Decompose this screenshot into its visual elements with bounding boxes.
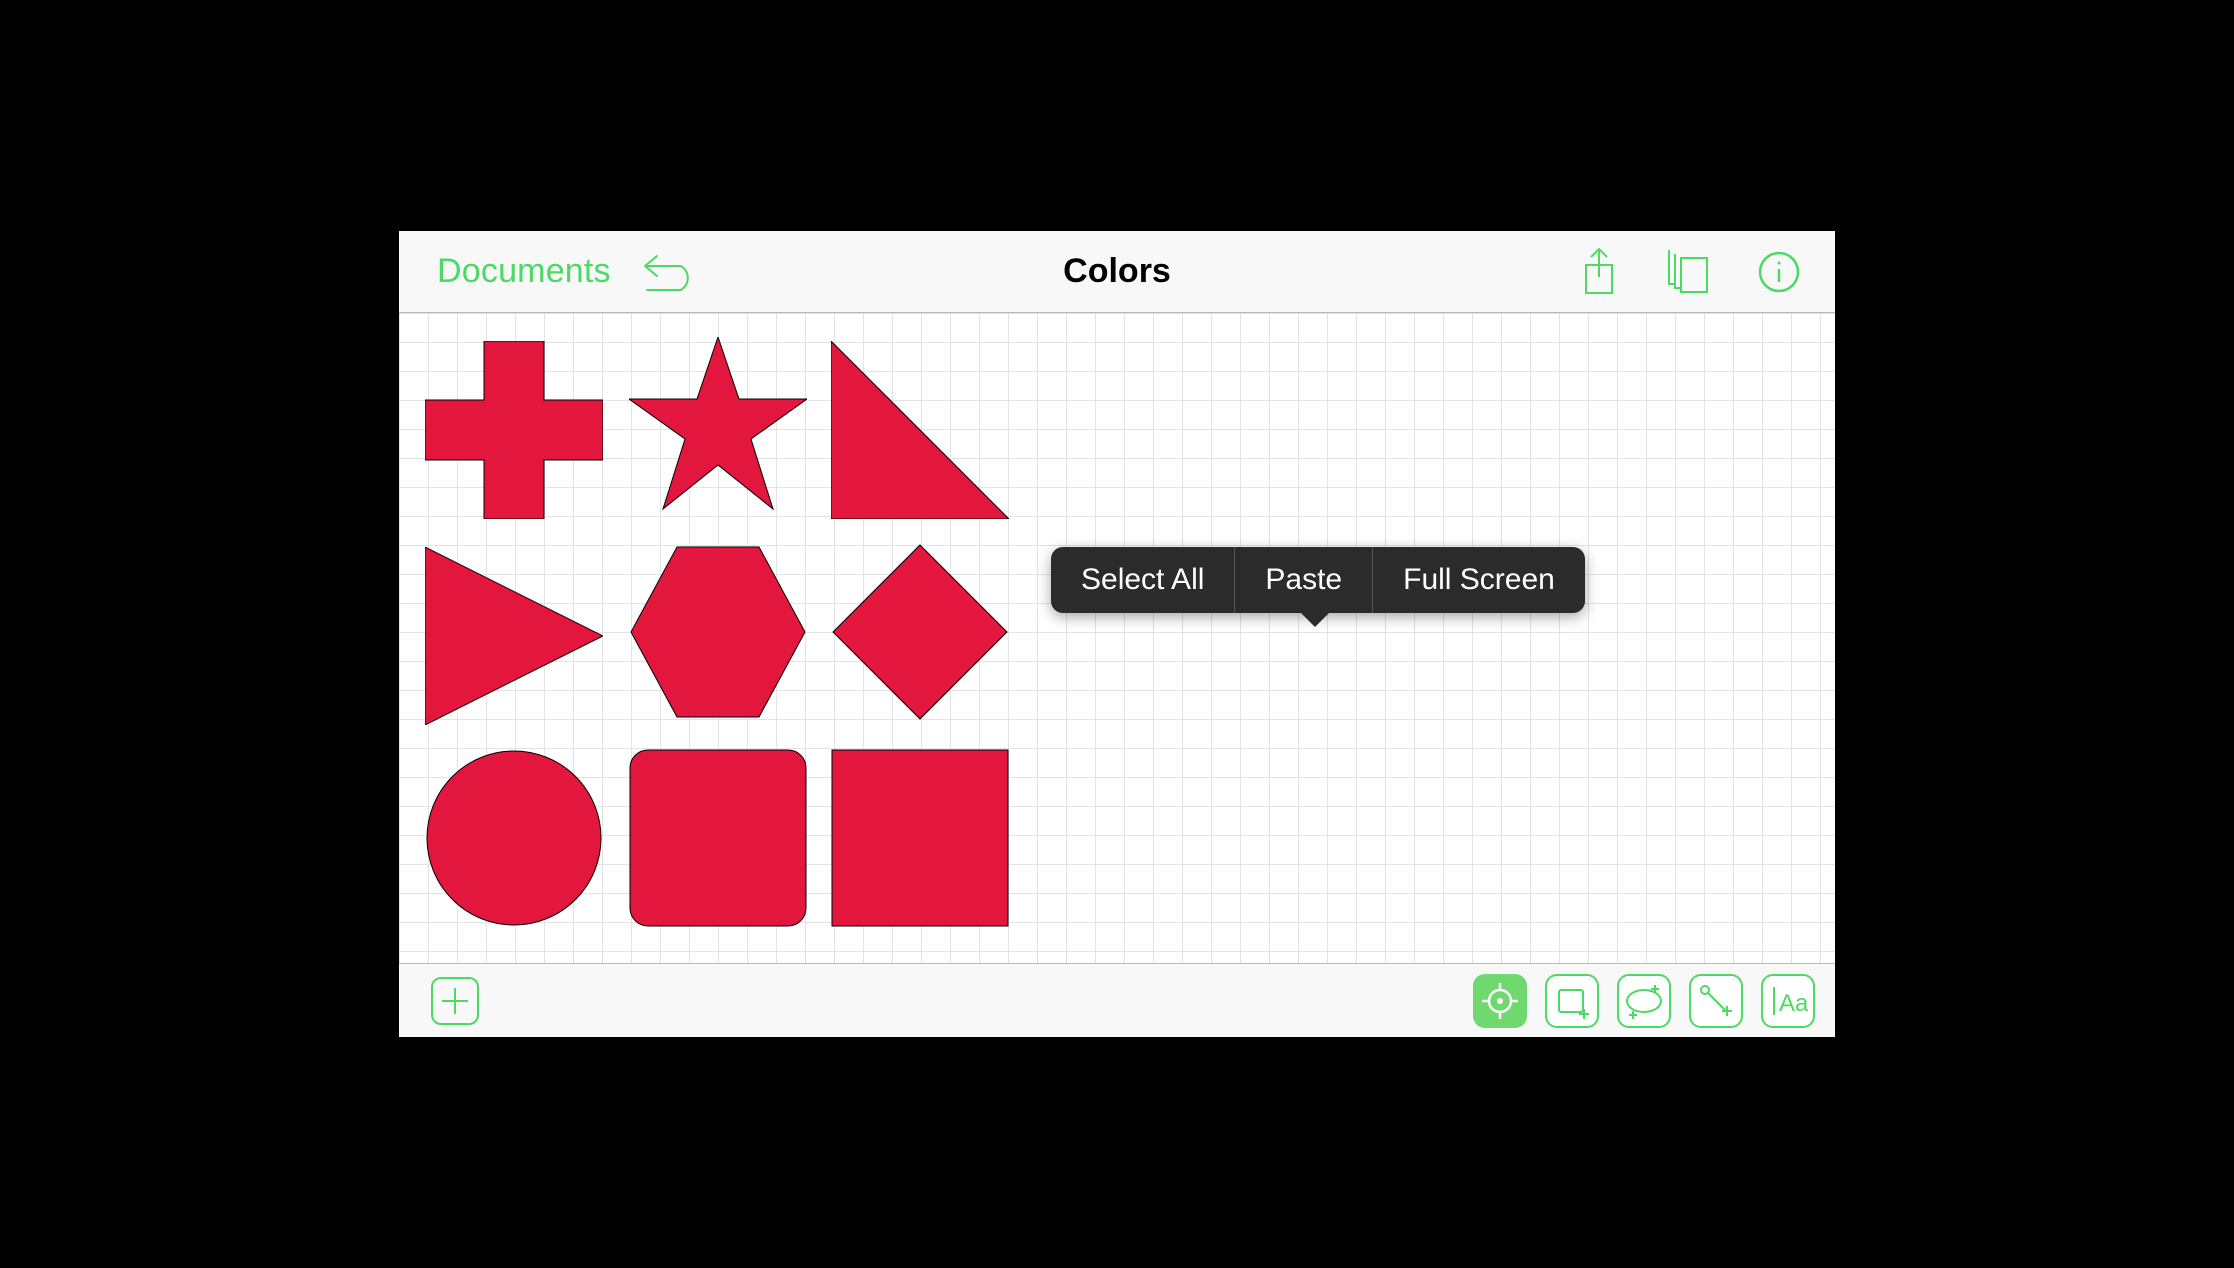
add-button[interactable] [431, 977, 479, 1025]
ellipse-plus-icon [1622, 981, 1666, 1021]
topbar-left: Documents [409, 252, 699, 292]
shape-right-triangle[interactable] [831, 341, 1009, 519]
rectangle-plus-icon [1552, 981, 1592, 1021]
shape-play-triangle[interactable] [425, 547, 603, 725]
plus-icon [440, 986, 470, 1016]
undo-button[interactable] [641, 252, 699, 292]
bottom-toolbar: Aa [399, 963, 1835, 1037]
freehand-tool-button[interactable] [1473, 974, 1527, 1028]
shape-cross[interactable] [425, 341, 603, 519]
topbar-right [1579, 247, 1825, 297]
shape-square[interactable] [831, 749, 1009, 927]
context-menu: Select All Paste Full Screen [1051, 547, 1585, 613]
documents-button[interactable]: Documents [437, 252, 611, 291]
drawing-canvas[interactable]: Select All Paste Full Screen [399, 313, 1835, 963]
top-toolbar: Documents Colors [399, 231, 1835, 313]
line-plus-icon [1696, 981, 1736, 1021]
shape-star[interactable] [629, 337, 807, 517]
info-button[interactable] [1757, 250, 1801, 294]
text-tool-label: Aa [1779, 990, 1808, 1017]
shape-rounded-square[interactable] [629, 749, 807, 927]
pages-stack-icon [1665, 248, 1711, 296]
line-tool-button[interactable] [1689, 974, 1743, 1028]
freehand-target-icon [1480, 981, 1520, 1021]
shape-diamond[interactable] [831, 543, 1009, 721]
info-icon [1757, 250, 1801, 294]
undo-icon [641, 252, 699, 292]
menu-select-all[interactable]: Select All [1051, 547, 1234, 613]
pages-button[interactable] [1665, 248, 1711, 296]
menu-paste[interactable]: Paste [1234, 547, 1372, 613]
share-button[interactable] [1579, 247, 1619, 297]
rectangle-tool-button[interactable] [1545, 974, 1599, 1028]
share-icon [1579, 247, 1619, 297]
text-icon: Aa [1768, 981, 1808, 1021]
text-tool-button[interactable]: Aa [1761, 974, 1815, 1028]
menu-full-screen[interactable]: Full Screen [1372, 547, 1585, 613]
shape-circle[interactable] [425, 749, 603, 927]
shape-hexagon[interactable] [629, 543, 807, 721]
ellipse-tool-button[interactable] [1617, 974, 1671, 1028]
app-window: Documents Colors [389, 221, 1845, 1047]
